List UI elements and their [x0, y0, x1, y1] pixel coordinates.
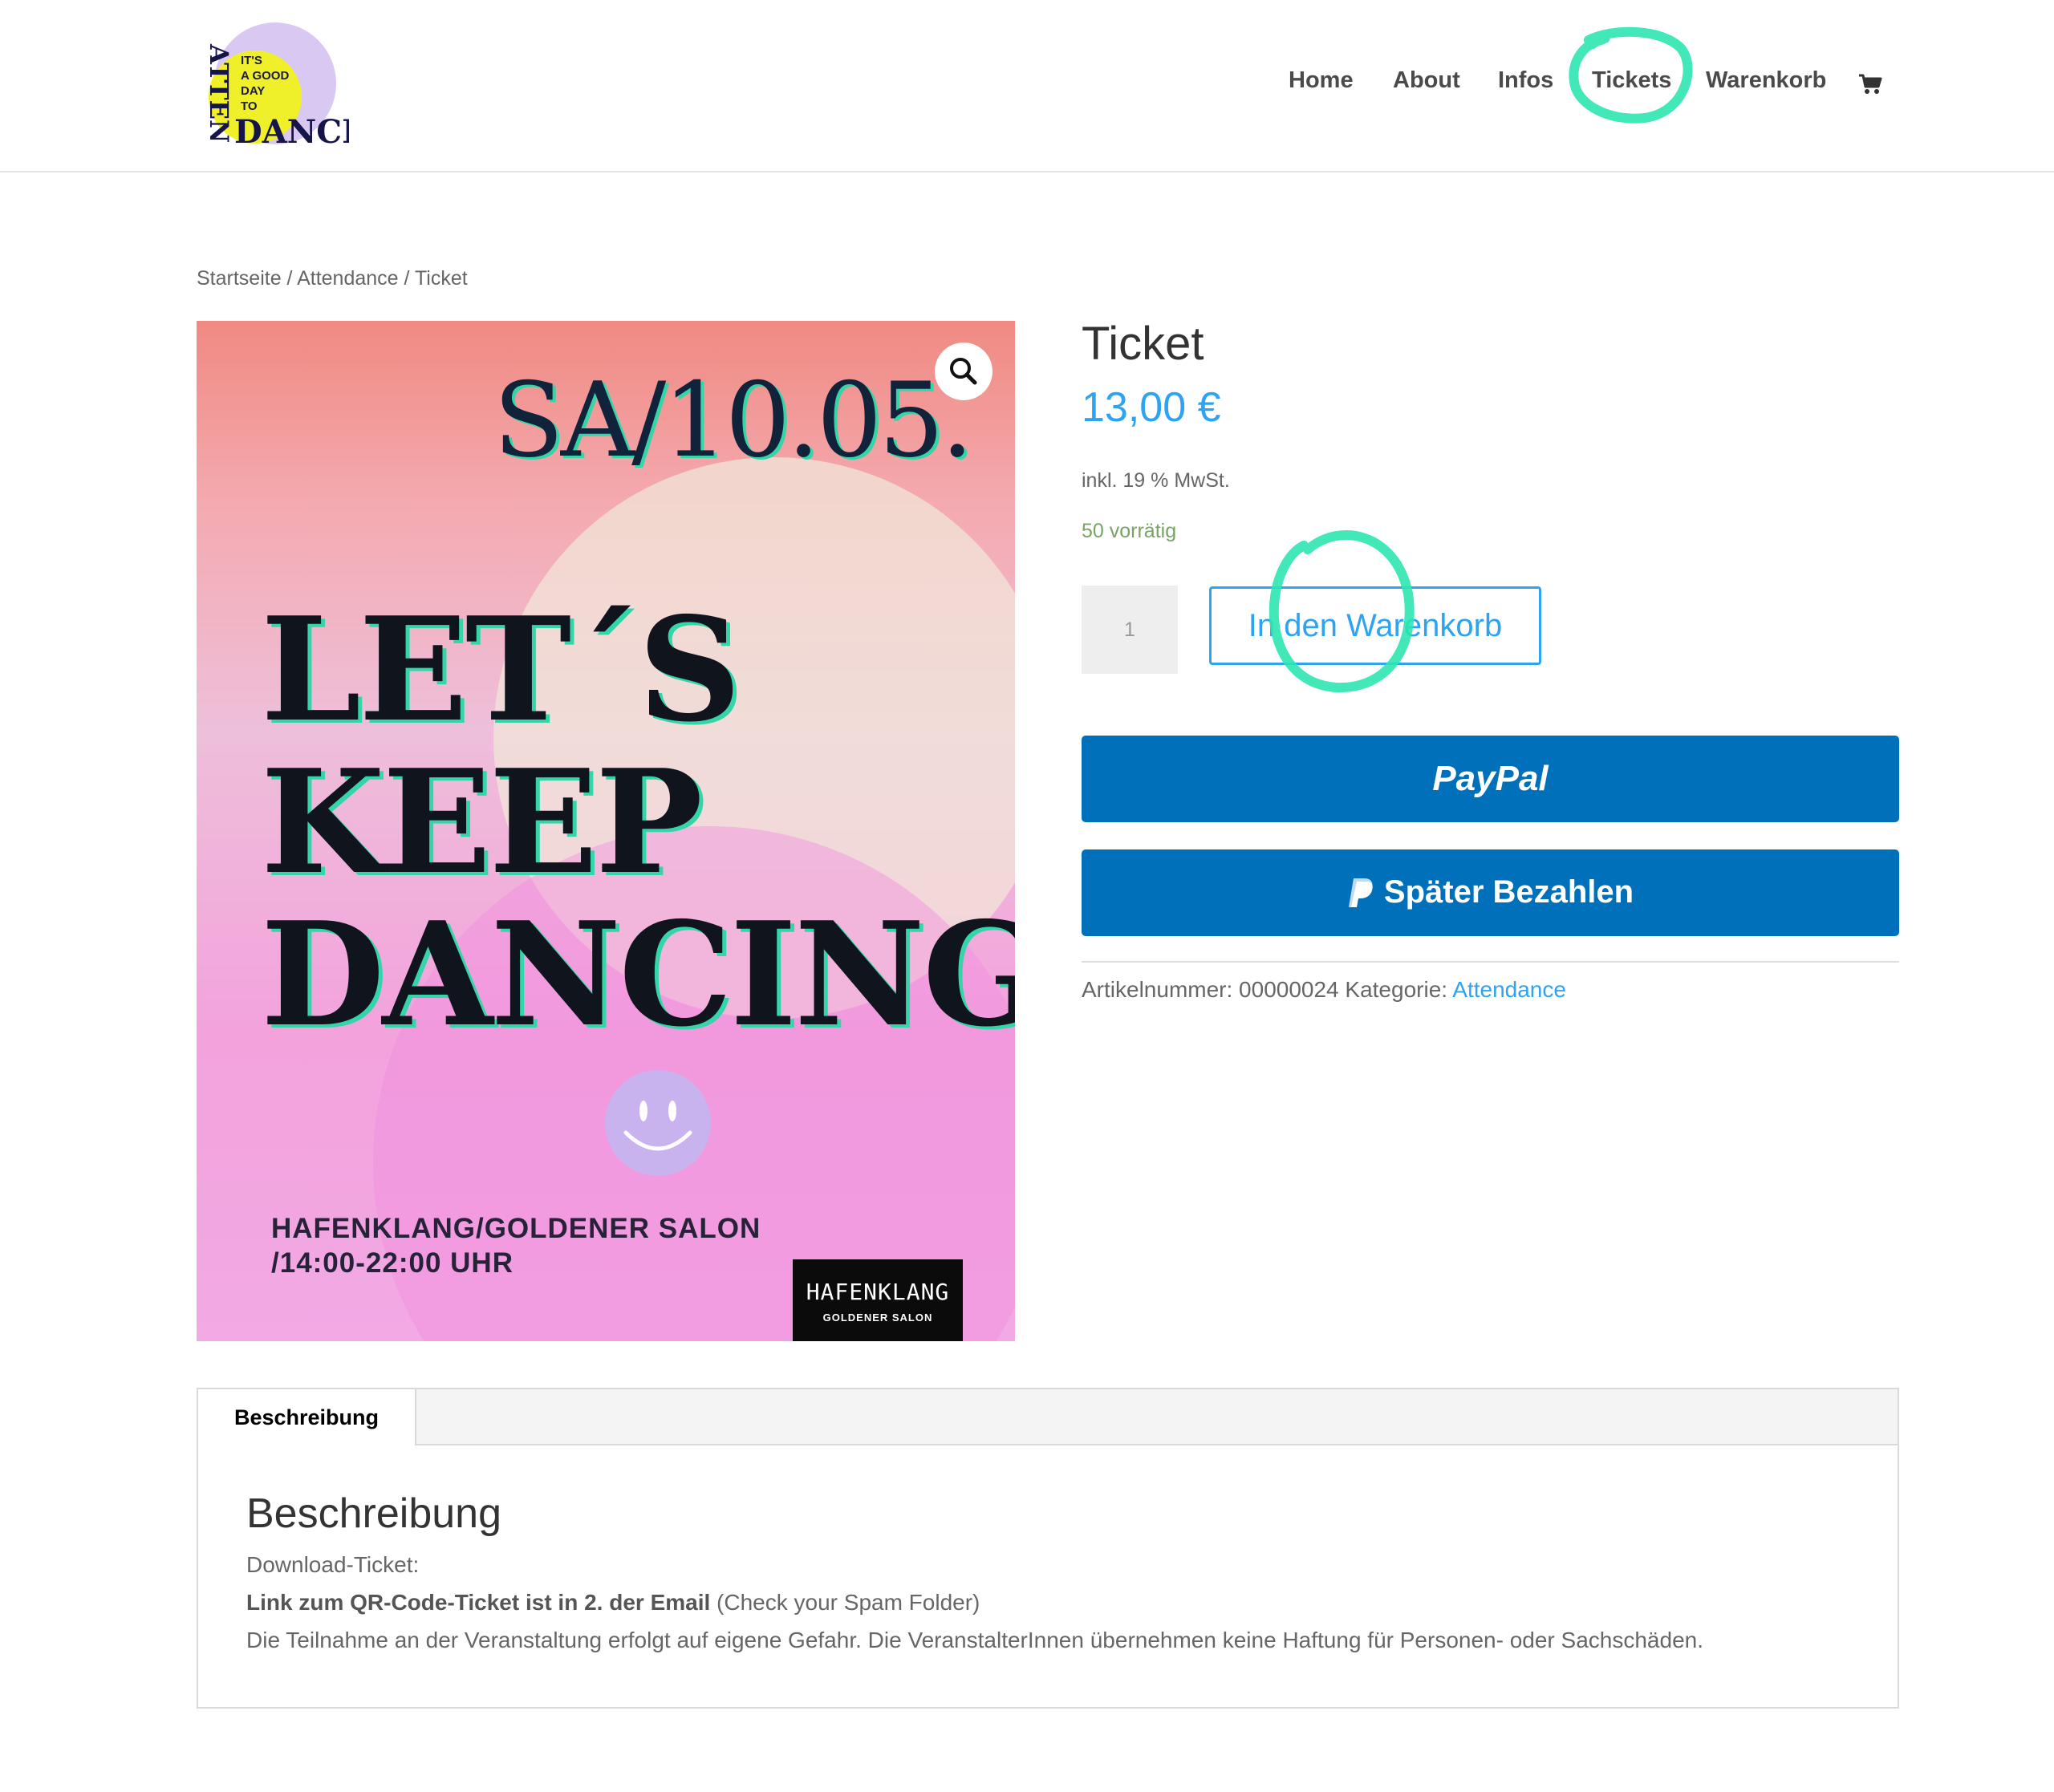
category-label: Kategorie: — [1345, 977, 1448, 1002]
poster-venue: HAFENKLANG/GOLDENER SALON /14:00-22:00 U… — [271, 1211, 761, 1280]
poster-date: SA/10.05. — [493, 361, 973, 480]
nav-warenkorb[interactable]: Warenkorb — [1706, 67, 1826, 94]
logo-text-3: DAY — [241, 84, 265, 98]
paypal-button[interactable]: PayPal — [1082, 736, 1899, 822]
hafenklang-logo-main: HAFENKLANG — [806, 1279, 950, 1305]
description-title: Beschreibung — [246, 1490, 501, 1537]
poster-venue-line: HAFENKLANG/GOLDENER SALON — [271, 1213, 761, 1244]
nav-home[interactable]: Home — [1289, 67, 1354, 94]
breadcrumb-separator: / — [281, 267, 298, 290]
poster-headline-line: KEEP — [261, 738, 703, 906]
zoom-button[interactable] — [935, 343, 992, 400]
nav-about[interactable]: About — [1393, 67, 1460, 94]
breadcrumb-current: Ticket — [414, 267, 468, 290]
shopping-cart-icon[interactable] — [1858, 72, 1882, 96]
description-line-1: Download-Ticket: — [246, 1552, 420, 1577]
quantity-input[interactable] — [1082, 586, 1178, 674]
poster-headline-line: DANCING — [261, 890, 1015, 1058]
product-price: 13,00 € — [1082, 384, 1221, 431]
poster-venue-line: /14:00-22:00 UHR — [271, 1247, 514, 1279]
tax-note: inkl. 19 % MwSt. — [1082, 469, 1230, 492]
poster-headline-line: LET´S — [261, 586, 741, 753]
logo-text-4: TO — [241, 99, 258, 113]
paypal-logo-icon — [1348, 878, 1373, 907]
hafenklang-logo-sub: GOLDENER SALON — [822, 1312, 933, 1324]
smiley-icon — [605, 1070, 711, 1176]
breadcrumb-category[interactable]: Attendance — [297, 267, 399, 290]
hafenklang-logo: HAFENKLANG GOLDENER SALON — [793, 1259, 963, 1341]
nav-infos[interactable]: Infos — [1498, 67, 1553, 94]
paypal-label: PayPal — [1432, 759, 1549, 798]
site-logo[interactable]: IT'S A GOOD DAY TO DANCE ATTEN — [201, 20, 367, 152]
add-to-cart-button[interactable]: In den Warenkorb — [1209, 586, 1541, 665]
stock-status: 50 vorrätig — [1082, 520, 1177, 542]
product-meta: Artikelnummer: 00000024 Kategorie: Atten… — [1082, 977, 1566, 1003]
breadcrumb: Startseite / Attendance / Ticket — [197, 267, 468, 290]
logo-text-dance: DANCE — [234, 113, 349, 151]
product-title: Ticket — [1082, 318, 1204, 370]
site-header: IT'S A GOOD DAY TO DANCE ATTEN Home Abou… — [0, 0, 2054, 172]
breadcrumb-separator: / — [398, 267, 415, 290]
tabs-bar — [198, 1389, 1898, 1445]
logo-text-1: IT'S — [241, 54, 262, 67]
breadcrumb-home[interactable]: Startseite — [197, 267, 282, 290]
description-note: (Check your Spam Folder) — [710, 1590, 980, 1615]
logo-text-2: A GOOD — [241, 69, 289, 83]
poster-headline: LET´S KEEP DANCING — [261, 594, 1015, 1051]
description-bold-text: Link zum QR-Code-Ticket ist in 2. der Em… — [246, 1590, 711, 1615]
magnifier-icon — [950, 358, 977, 385]
description-line-2: Link zum QR-Code-Ticket ist in 2. der Em… — [246, 1590, 980, 1616]
sku-label: Artikelnummer: — [1082, 977, 1233, 1002]
category-link[interactable]: Attendance — [1452, 977, 1566, 1002]
description-line-3: Die Teilnahme an der Veranstaltung erfol… — [246, 1628, 1703, 1652]
divider — [1082, 961, 1899, 963]
product-tabs: Beschreibung Beschreibung Download-Ticke… — [197, 1388, 1899, 1709]
nav-tickets[interactable]: Tickets — [1592, 67, 1671, 94]
pay-later-label: Später Bezahlen — [1383, 874, 1634, 910]
product-image[interactable]: SA/10.05. LET´S KEEP DANCING HAFENKLANG/… — [197, 321, 1015, 1341]
logo-vertical-text: ATTEN — [204, 43, 234, 143]
pay-later-button[interactable]: Später Bezahlen — [1082, 849, 1899, 936]
sku-value: 00000024 — [1239, 977, 1339, 1002]
tab-beschreibung[interactable]: Beschreibung — [198, 1389, 416, 1445]
